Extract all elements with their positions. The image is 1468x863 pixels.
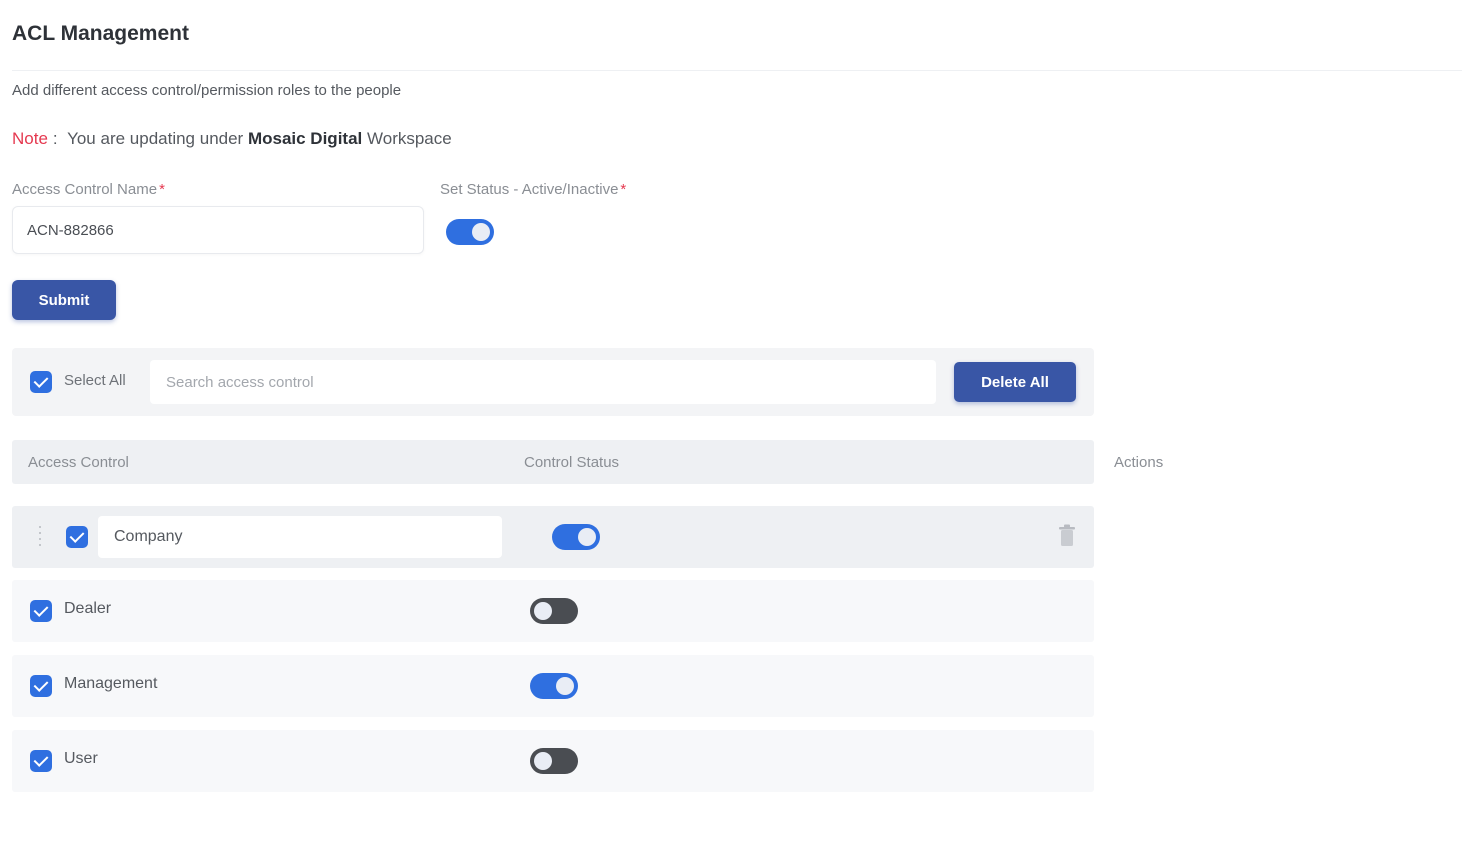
column-header-control-status: Control Status <box>524 454 620 471</box>
toggle-knob <box>578 528 596 546</box>
table-header: Access Control Control Status <box>12 440 1094 484</box>
column-header-actions: Actions <box>1114 454 1164 471</box>
required-asterisk: * <box>620 181 627 198</box>
access-control-name-input[interactable] <box>12 206 424 254</box>
note-workspace-name: Mosaic Digital <box>247 129 363 148</box>
required-asterisk: * <box>159 181 165 198</box>
table-row <box>12 506 1094 568</box>
note-label: Note <box>12 129 48 148</box>
column-header-access-control: Access Control <box>28 454 129 471</box>
table-row: Dealer <box>12 580 1094 642</box>
delete-all-button[interactable]: Delete All <box>954 362 1076 402</box>
note-text-before: You are updating under <box>67 129 244 148</box>
workspace-note: Note: You are updating under Mosaic Digi… <box>12 129 452 149</box>
access-control-name-label: Access Control Name * <box>12 181 165 198</box>
select-all-checkbox[interactable] <box>30 371 52 393</box>
toggle-knob <box>534 602 552 620</box>
toggle-knob <box>534 752 552 770</box>
row-label: Dealer <box>64 600 112 617</box>
row-status-toggle[interactable] <box>530 673 578 699</box>
status-label-text: Set Status - Active/Inactive <box>440 181 619 198</box>
row-checkbox[interactable] <box>30 600 52 622</box>
status-toggle[interactable] <box>446 219 494 245</box>
search-input[interactable] <box>150 360 936 404</box>
page-subtitle: Add different access control/permission … <box>12 82 402 99</box>
row-label: User <box>64 750 98 767</box>
drag-handle-icon[interactable] <box>34 522 46 552</box>
trash-icon[interactable] <box>1058 524 1076 548</box>
row-status-toggle[interactable] <box>530 748 578 774</box>
table-row: Management <box>12 655 1094 717</box>
toggle-knob <box>556 677 574 695</box>
note-text-after: Workspace <box>367 129 452 148</box>
access-control-name-label-text: Access Control Name <box>12 181 158 198</box>
submit-button[interactable]: Submit <box>12 280 116 320</box>
table-row: User <box>12 730 1094 792</box>
row-name-input[interactable] <box>98 516 502 558</box>
table-toolbar: Select All Delete All <box>12 348 1094 416</box>
page-title: ACL Management <box>12 22 189 45</box>
status-label: Set Status - Active/Inactive * <box>440 181 626 198</box>
row-checkbox[interactable] <box>30 675 52 697</box>
row-status-toggle[interactable] <box>530 598 578 624</box>
row-checkbox[interactable] <box>66 526 88 548</box>
toggle-knob <box>472 223 490 241</box>
row-checkbox[interactable] <box>30 750 52 772</box>
row-status-toggle[interactable] <box>552 524 600 550</box>
note-separator: : <box>52 129 58 148</box>
row-label: Management <box>64 675 158 692</box>
select-all-label: Select All <box>64 372 126 389</box>
title-divider <box>12 70 1462 71</box>
